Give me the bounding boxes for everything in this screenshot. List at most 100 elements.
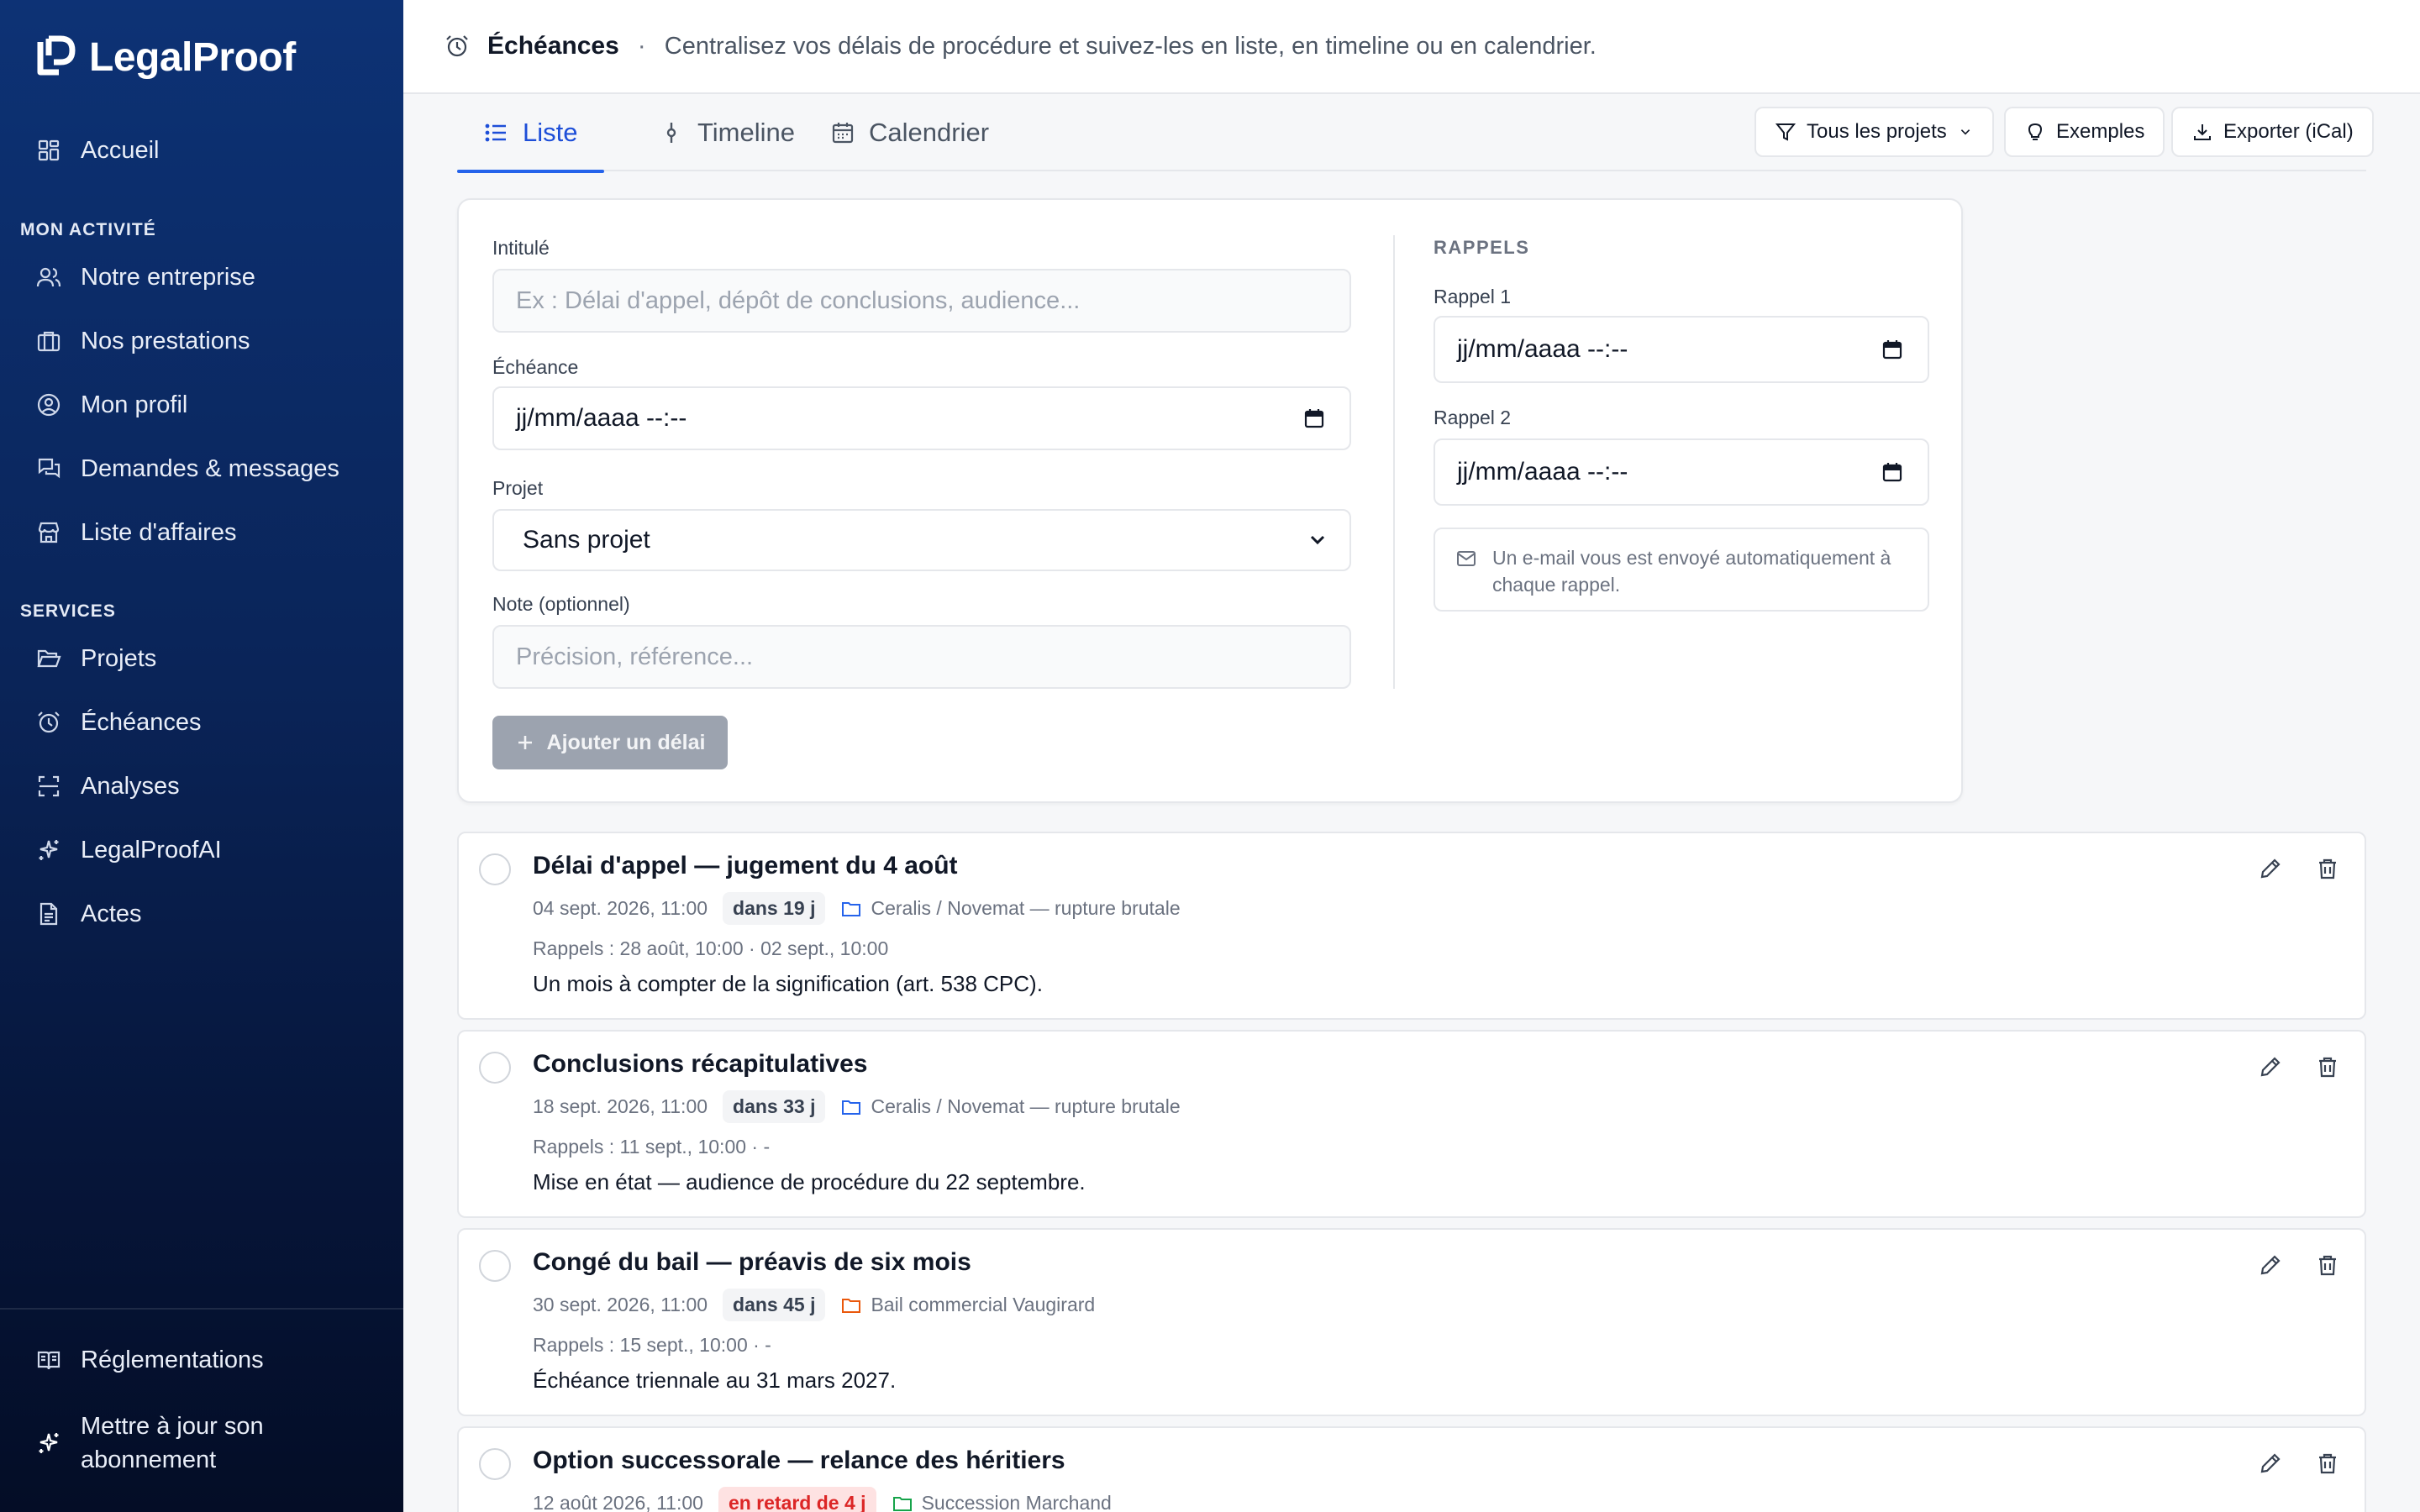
delete-button[interactable] [2312, 1250, 2343, 1280]
deadline-title: Congé du bail — préavis de six mois [533, 1248, 971, 1276]
nav-mon-profil[interactable]: Mon profil [35, 386, 187, 423]
calendar-icon[interactable] [1302, 407, 1326, 430]
nav-projets[interactable]: Projets [35, 640, 156, 677]
deadline-project[interactable]: Ceralis / Novemat — rupture brutale [840, 897, 1181, 920]
complete-checkbox[interactable] [479, 1250, 511, 1282]
nav-label: Échéances [81, 708, 202, 736]
nav-label: Accueil [81, 136, 160, 164]
nav-legalproofai[interactable]: LegalProofAI [35, 832, 222, 869]
filter-icon [1775, 123, 1797, 141]
project-select[interactable]: Sans projet [492, 509, 1351, 571]
nav-accueil[interactable]: Accueil [35, 132, 160, 169]
date-placeholder: jj/mm/aaaa --:-- [1457, 335, 1628, 363]
note-field-label: Note (optionnel) [492, 593, 630, 615]
sidebar-divider [0, 1308, 403, 1310]
deadline-title: Délai d'appel — jugement du 4 août [533, 852, 958, 879]
project-select-value: Sans projet [523, 526, 650, 554]
chevron-down-icon [1310, 535, 1325, 545]
nav-notre-entreprise[interactable]: Notre entreprise [35, 259, 255, 296]
project-filter-dropdown[interactable]: Tous les projets [1754, 107, 1994, 157]
page-subtitle: Centralisez vos délais de procédure et s… [664, 32, 1597, 60]
nav-label: Mettre à jour son abonnement [81, 1413, 264, 1473]
complete-checkbox[interactable] [479, 1052, 511, 1084]
timeline-icon [666, 123, 676, 143]
tab-label: Timeline [697, 118, 795, 147]
tab-calendrier[interactable]: Calendrier [810, 94, 1009, 171]
book-open-icon [37, 1351, 60, 1370]
trash-icon [2319, 1255, 2336, 1276]
tab-liste[interactable]: Liste [457, 94, 605, 173]
deadline-project[interactable]: Ceralis / Novemat — rupture brutale [840, 1095, 1181, 1118]
deadline-row[interactable]: Congé du bail — préavis de six mois 30 s… [457, 1228, 2366, 1416]
project-name: Ceralis / Novemat — rupture brutale [871, 1095, 1181, 1117]
nav-label: Demandes & messages [81, 454, 339, 482]
nav-nos-prestations[interactable]: Nos prestations [35, 323, 250, 360]
title-input[interactable]: Ex : Délai d'appel, dépôt de conclusions… [492, 269, 1351, 333]
export-ical-button[interactable]: Exporter (iCal) [2171, 107, 2374, 157]
edit-button[interactable] [2255, 1448, 2286, 1478]
reminder1-label: Rappel 1 [1434, 286, 1512, 307]
deadline-meta: 18 sept. 2026, 11:00 dans 33 j Ceralis /… [533, 1090, 1181, 1123]
nav-reglementations[interactable]: Réglementations [35, 1341, 264, 1378]
deadline-note: Mise en état — audience de procédure du … [533, 1169, 1086, 1194]
nav-analyses[interactable]: Analyses [35, 768, 180, 805]
calendar-icon [832, 123, 854, 144]
add-deadline-button[interactable]: Ajouter un délai [492, 716, 728, 769]
nav-liste-affaires[interactable]: Liste d'affaires [35, 514, 237, 551]
note-input[interactable]: Précision, référence... [492, 625, 1351, 689]
trash-icon [2319, 1057, 2336, 1078]
tab-label: Liste [523, 118, 578, 147]
deadline-row[interactable]: Délai d'appel — jugement du 4 août 04 se… [457, 832, 2366, 1020]
reminder1-input[interactable]: jj/mm/aaaa --:-- [1434, 316, 1929, 383]
deadline-row[interactable]: Option successorale — relance des hériti… [457, 1426, 2366, 1512]
nav-upgrade-subscription[interactable]: Mettre à jour son abonnement [35, 1410, 350, 1477]
brand-logo[interactable]: LegalProof [35, 34, 296, 81]
section-title-activity: MON ACTIVITÉ [20, 220, 156, 239]
deadline-note: Échéance triennale au 31 mars 2027. [533, 1368, 897, 1393]
delete-button[interactable] [2312, 1052, 2343, 1082]
chevron-down-icon [1960, 129, 1970, 135]
pencil-icon [2260, 858, 2281, 879]
examples-button[interactable]: Exemples [2004, 107, 2165, 157]
edit-button[interactable] [2255, 1052, 2286, 1082]
deadline-meta: 04 sept. 2026, 11:00 dans 19 j Ceralis /… [533, 892, 1181, 925]
list-icon [485, 123, 506, 142]
header-separator: · [637, 32, 646, 60]
date-placeholder: jj/mm/aaaa --:-- [1457, 458, 1628, 486]
folder-icon [842, 1298, 861, 1313]
download-icon [2194, 124, 2211, 140]
reminder2-input[interactable]: jj/mm/aaaa --:-- [1434, 438, 1929, 506]
edit-button[interactable] [2255, 853, 2286, 884]
trash-icon [2319, 858, 2336, 879]
complete-checkbox[interactable] [479, 1448, 511, 1480]
nav-actes[interactable]: Actes [35, 895, 142, 932]
deadline-project[interactable]: Succession Marchand [892, 1492, 1112, 1512]
legalproof-logo-icon [37, 35, 76, 76]
tab-timeline[interactable]: Timeline [639, 94, 815, 171]
reminder-info-text: Un e-mail vous est envoyé automatiquemen… [1492, 547, 1891, 596]
nav-label: Projets [81, 644, 157, 672]
project-name: Bail commercial Vaugirard [871, 1294, 1096, 1315]
delete-button[interactable] [2312, 1448, 2343, 1478]
store-icon [38, 522, 60, 543]
deadline-project[interactable]: Bail commercial Vaugirard [840, 1294, 1095, 1316]
nav-echeances[interactable]: Échéances [35, 704, 202, 741]
nav-demandes-messages[interactable]: Demandes & messages [35, 450, 339, 487]
new-deadline-form: Intitulé Ex : Délai d'appel, dépôt de co… [457, 198, 1963, 803]
pencil-icon [2260, 1057, 2281, 1077]
dashboard-icon [38, 139, 60, 161]
delete-button[interactable] [2312, 853, 2343, 884]
calendar-icon[interactable] [1881, 460, 1904, 484]
export-label: Exporter (iCal) [2223, 120, 2354, 143]
nav-label: Réglementations [81, 1346, 264, 1373]
project-field-label: Projet [492, 477, 544, 499]
title-placeholder: Ex : Délai d'appel, dépôt de conclusions… [516, 286, 1081, 314]
calendar-icon[interactable] [1881, 338, 1904, 361]
deadline-row[interactable]: Conclusions récapitulatives 18 sept. 202… [457, 1030, 2366, 1218]
folder-open-icon [37, 649, 61, 668]
add-deadline-label: Ajouter un délai [546, 730, 706, 754]
date-placeholder: jj/mm/aaaa --:-- [516, 404, 687, 432]
complete-checkbox[interactable] [479, 853, 511, 885]
edit-button[interactable] [2255, 1250, 2286, 1280]
due-date-input[interactable]: jj/mm/aaaa --:-- [492, 386, 1351, 450]
